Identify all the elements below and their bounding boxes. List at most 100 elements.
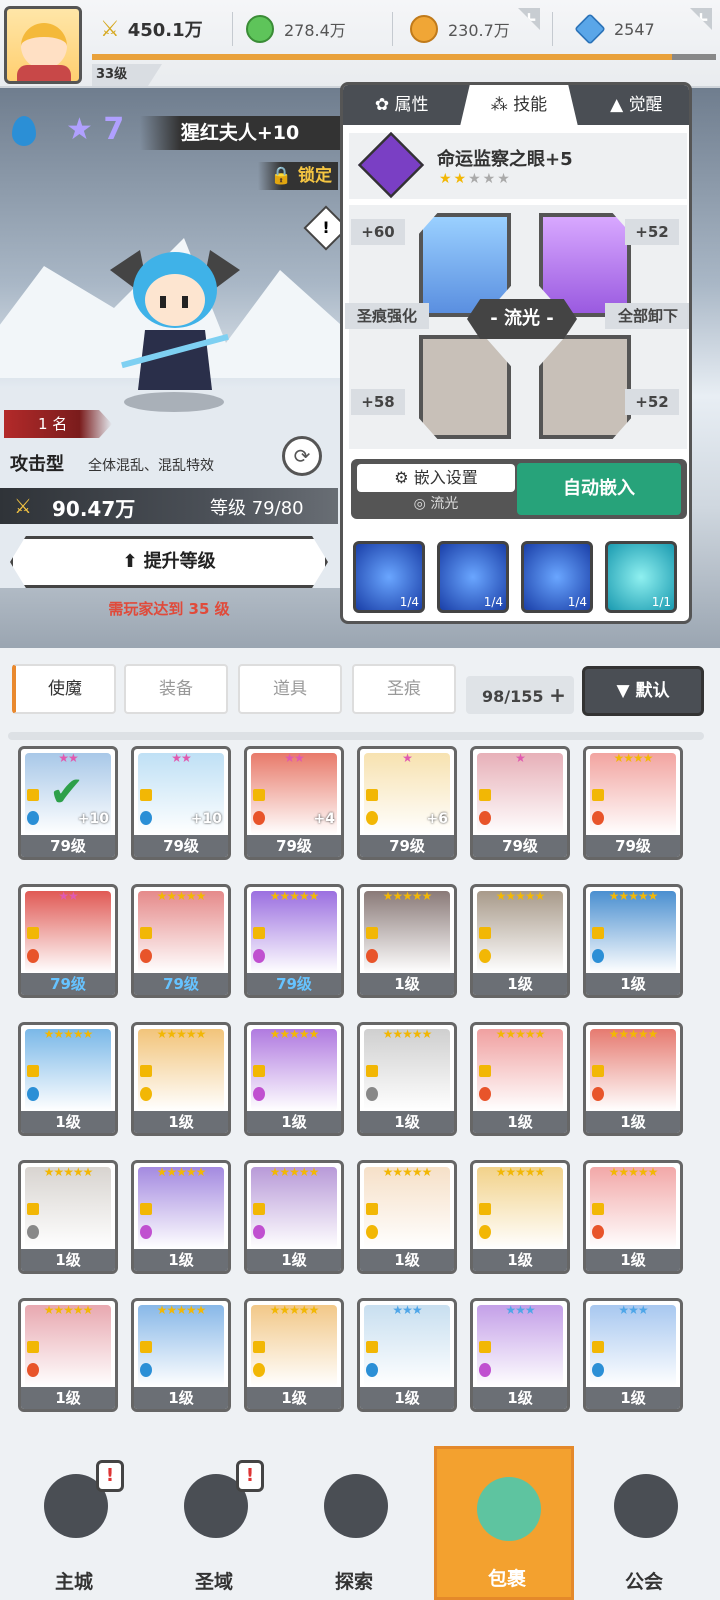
tab-skills[interactable]: ⁂ 技能 bbox=[460, 85, 578, 125]
add-crystal-button[interactable]: + bbox=[690, 8, 712, 30]
familiar-stars: ★★★★★ bbox=[43, 1303, 94, 1317]
rune-count: 1/4 bbox=[483, 595, 503, 609]
familiar-stars: ★★★★★ bbox=[43, 1027, 94, 1041]
hero-star-count: ★ 7 bbox=[66, 112, 125, 147]
element-icon bbox=[140, 1363, 152, 1377]
tab-items[interactable]: 道具 bbox=[238, 664, 342, 714]
familiar-card[interactable]: ★★★★★ 1级 bbox=[18, 1160, 118, 1274]
familiar-card[interactable]: ★ +6 79级 bbox=[357, 746, 457, 860]
familiar-card[interactable]: ★★★★★ 1级 bbox=[357, 1022, 457, 1136]
familiar-level: 1级 bbox=[21, 1249, 115, 1271]
familiar-card[interactable]: ★★★★★ 1级 bbox=[131, 1160, 231, 1274]
tab-equipment[interactable]: 装备 bbox=[124, 664, 228, 714]
familiar-stars: ★★★ bbox=[505, 1303, 535, 1317]
sword-icon bbox=[324, 1474, 388, 1538]
familiar-card[interactable]: ★★★★★ 1级 bbox=[357, 884, 457, 998]
familiar-card[interactable]: ★★ 79级 bbox=[18, 884, 118, 998]
familiar-card[interactable]: ★★★★★ 1级 bbox=[470, 884, 570, 998]
tab-stigmata[interactable]: 圣痕 bbox=[352, 664, 456, 714]
element-icon bbox=[479, 1363, 491, 1377]
familiar-level: 1级 bbox=[586, 1249, 680, 1271]
element-icon bbox=[479, 1225, 491, 1239]
familiar-card[interactable]: ★★★★★ 1级 bbox=[357, 1160, 457, 1274]
capacity-display[interactable]: 98/155 + bbox=[466, 676, 574, 714]
lock-icon: 🔒 bbox=[270, 166, 293, 186]
bag-icon bbox=[477, 1477, 541, 1541]
nav-item[interactable]: 包裹 bbox=[434, 1446, 574, 1600]
swap-hero-button[interactable]: ⟳ bbox=[282, 436, 322, 476]
tab-attributes[interactable]: ✿ 属性 bbox=[343, 85, 460, 125]
add-gold-button[interactable]: + bbox=[518, 8, 540, 30]
familiar-card[interactable]: ★★ +10 ✔ 79级 bbox=[18, 746, 118, 860]
unequip-all-button[interactable]: 全部卸下 bbox=[605, 303, 689, 329]
resource-green-value: 278.4万 bbox=[284, 21, 346, 40]
xp-fill bbox=[92, 54, 673, 60]
embed-mode: ◎ 流光 bbox=[357, 493, 515, 515]
resource-gold[interactable]: 230.7万 bbox=[410, 10, 510, 48]
familiar-card[interactable]: ★★★★★ 1级 bbox=[131, 1022, 231, 1136]
upgrade-level-button[interactable]: ⬆ 提升等级 bbox=[10, 536, 328, 588]
familiar-card[interactable]: ★★★ 1级 bbox=[357, 1298, 457, 1412]
familiar-card[interactable]: ★★★★★ 79级 bbox=[131, 884, 231, 998]
familiar-stars: ★★ bbox=[58, 889, 79, 903]
familiar-level: 1级 bbox=[473, 1387, 567, 1409]
familiar-card[interactable]: ★★★★★ 1级 bbox=[244, 1298, 344, 1412]
triangle-icon: ▲ bbox=[610, 95, 624, 115]
familiar-card[interactable]: ★★★★★ 1级 bbox=[470, 1022, 570, 1136]
nav-item[interactable]: ! 圣域 bbox=[144, 1446, 284, 1600]
familiar-level: 1级 bbox=[247, 1387, 341, 1409]
familiar-card[interactable]: ★★★★★ 79级 bbox=[244, 884, 344, 998]
lock-icon bbox=[366, 789, 378, 801]
familiar-card[interactable]: ★★ +4 79级 bbox=[244, 746, 344, 860]
socket-bonus: +58 bbox=[351, 389, 405, 415]
resource-green[interactable]: 278.4万 bbox=[246, 10, 346, 48]
rune-slot[interactable]: 1/4 bbox=[521, 541, 593, 613]
nav-item[interactable]: ! 主城 bbox=[4, 1446, 144, 1600]
stigmata-enhance-button[interactable]: 圣痕强化 bbox=[345, 303, 429, 329]
familiar-card[interactable]: ★★★★★ 1级 bbox=[131, 1298, 231, 1412]
nav-item[interactable]: 探索 bbox=[284, 1446, 424, 1600]
nav-item[interactable]: 公会 bbox=[574, 1446, 714, 1600]
rune-slot[interactable]: 1/1 bbox=[605, 541, 677, 613]
familiar-card[interactable]: ★★★★★ 1级 bbox=[18, 1298, 118, 1412]
familiar-card[interactable]: ★★★★★ 1级 bbox=[18, 1022, 118, 1136]
scroll-track bbox=[8, 732, 704, 740]
familiar-card[interactable]: ★★ +10 79级 bbox=[131, 746, 231, 860]
familiar-stars: ★★★★★ bbox=[495, 1165, 546, 1179]
hero-star-value: 7 bbox=[103, 112, 125, 147]
element-icon bbox=[366, 811, 378, 825]
rune-count: 1/4 bbox=[567, 595, 587, 609]
tab-awaken[interactable]: ▲ 觉醒 bbox=[578, 85, 689, 125]
familiar-card[interactable]: ★★★ 1级 bbox=[470, 1298, 570, 1412]
rune-count: 1/1 bbox=[651, 595, 671, 609]
auto-embed-button[interactable]: 自动嵌入 bbox=[517, 463, 681, 515]
tab-familiars[interactable]: 使魔 bbox=[12, 664, 116, 714]
lock-icon bbox=[253, 1203, 265, 1215]
familiar-card[interactable]: ★★★★★ 1级 bbox=[583, 1022, 683, 1136]
familiar-card[interactable]: ★★★★★ 1级 bbox=[244, 1160, 344, 1274]
familiar-level: 79级 bbox=[247, 973, 341, 995]
familiar-card[interactable]: ★ 79级 bbox=[470, 746, 570, 860]
rune-slot[interactable]: 1/4 bbox=[437, 541, 509, 613]
element-icon bbox=[366, 1087, 378, 1101]
sort-dropdown[interactable]: ▼ 默认 bbox=[582, 666, 704, 716]
rune-slot[interactable]: 1/4 bbox=[353, 541, 425, 613]
lock-button[interactable]: 🔒 锁定 bbox=[258, 162, 338, 190]
up-arrow-icon: ⬆ bbox=[122, 551, 138, 572]
embed-setting-button[interactable]: ⚙ 嵌入设置 bbox=[357, 464, 515, 492]
familiar-stars: ★★★★★ bbox=[608, 1165, 659, 1179]
familiar-level: 79级 bbox=[134, 973, 228, 995]
familiar-card[interactable]: ★★★ 1级 bbox=[583, 1298, 683, 1412]
familiar-card[interactable]: ★★★★★ 1级 bbox=[583, 1160, 683, 1274]
alert-badge: ! bbox=[236, 1460, 264, 1492]
resource-crystal[interactable]: 2547 bbox=[574, 10, 655, 48]
familiar-card[interactable]: ★★★★★ 1级 bbox=[244, 1022, 344, 1136]
familiar-level: 79级 bbox=[134, 835, 228, 857]
total-power-value: 450.1万 bbox=[127, 20, 203, 41]
familiar-stars: ★★★★★ bbox=[382, 1027, 433, 1041]
familiar-card[interactable]: ★★★★ 79级 bbox=[583, 746, 683, 860]
player-avatar[interactable] bbox=[4, 6, 82, 84]
familiar-card[interactable]: ★★★★★ 1级 bbox=[470, 1160, 570, 1274]
familiar-card[interactable]: ★★★★★ 1级 bbox=[583, 884, 683, 998]
lock-icon bbox=[479, 927, 491, 939]
